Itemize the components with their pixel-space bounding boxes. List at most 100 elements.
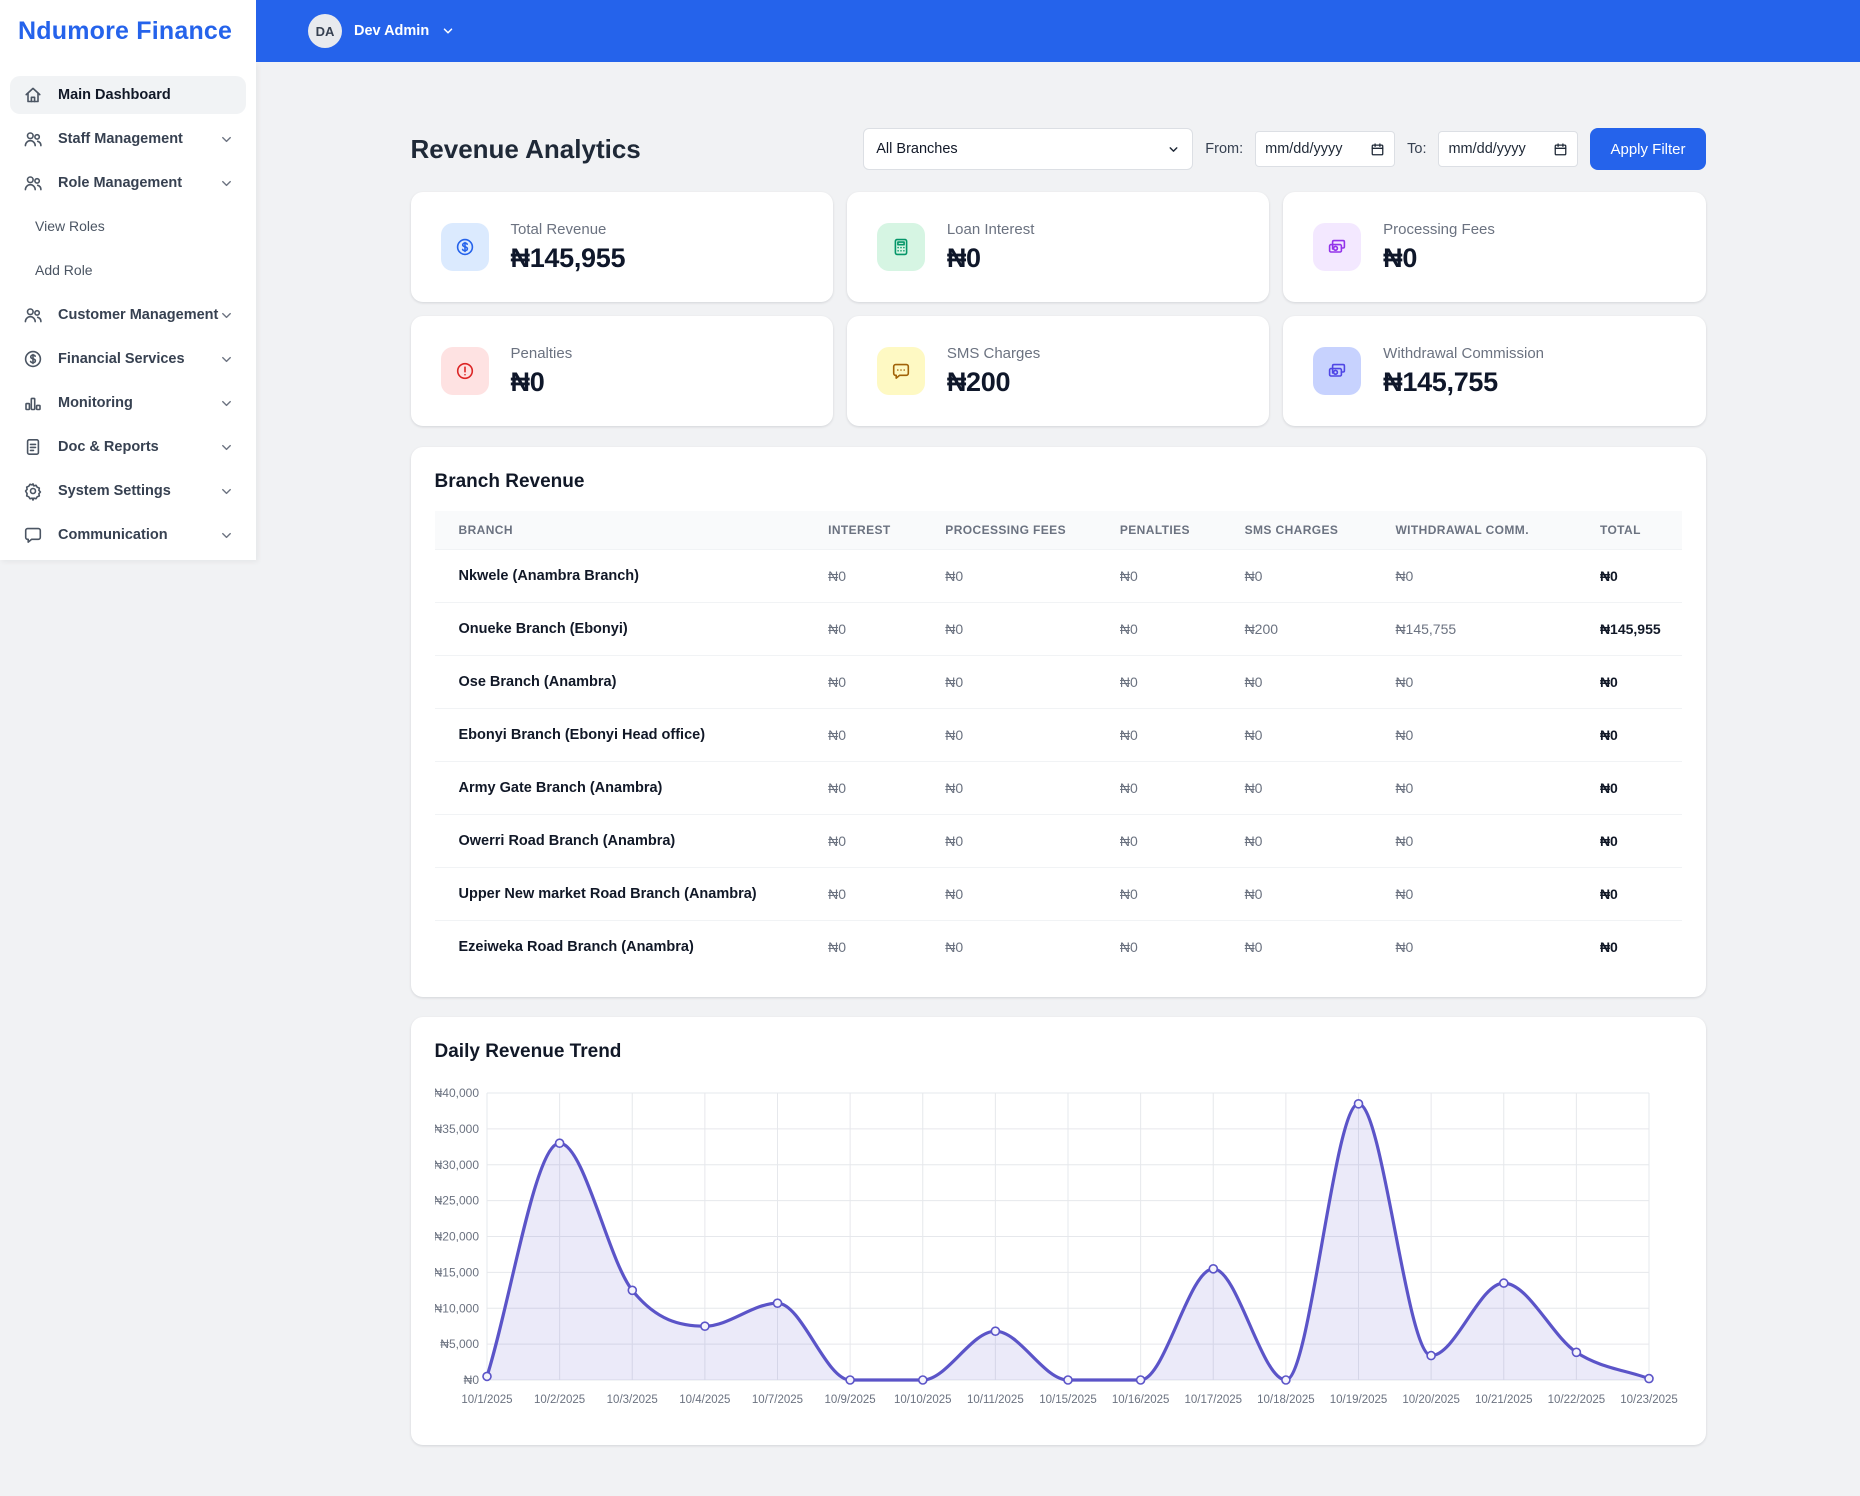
sidebar-item-financial-services[interactable]: Financial Services xyxy=(10,340,246,378)
chevron-down-icon xyxy=(219,440,234,455)
sidebar: Main Dashboard Staff Management Role Manag… xyxy=(0,62,256,560)
user-menu[interactable]: DA Dev Admin xyxy=(308,14,455,48)
row-value: ₦0 xyxy=(1383,814,1588,868)
column-header-sms-charges: SMS CHARGES xyxy=(1232,511,1384,550)
select-caret-icon xyxy=(1167,143,1180,156)
row-value: ₦0 xyxy=(1107,602,1233,656)
table-row: Ebonyi Branch (Ebonyi Head office) ₦0 ₦0 ₦0… xyxy=(434,708,1682,762)
svg-text:₦30,000: ₦30,000 xyxy=(435,1158,479,1172)
apply-filter-button[interactable]: Apply Filter xyxy=(1590,128,1706,170)
to-date-input[interactable]: mm/dd/yyyy xyxy=(1438,131,1579,167)
sidebar-item-main-dashboard[interactable]: Main Dashboard xyxy=(10,76,246,114)
home-icon xyxy=(22,84,44,106)
filter-bar: All Branches From: mm/dd/yyyy To: mm/dd/… xyxy=(863,128,1706,170)
branch-revenue-title: Branch Revenue xyxy=(434,471,585,492)
stat-card-loan-interest: Loan Interest ₦0 xyxy=(846,192,1270,302)
chevron-down-icon xyxy=(219,176,234,191)
page-title: Revenue Analytics xyxy=(410,133,641,164)
svg-text:10/17/2025: 10/17/2025 xyxy=(1184,1394,1242,1406)
sidebar-item-view-roles[interactable]: View Roles xyxy=(10,208,246,244)
stat-value: ₦0 xyxy=(1383,242,1418,273)
row-value: ₦0 xyxy=(816,920,934,973)
row-value: ₦0 xyxy=(933,867,1108,921)
from-label: From: xyxy=(1205,141,1244,157)
sidebar-item-label: Doc & Reports xyxy=(58,439,159,455)
row-value: ₦0 xyxy=(816,708,934,762)
row-value: ₦200 xyxy=(1232,602,1384,656)
user-name: Dev Admin xyxy=(354,23,430,39)
avatar: DA xyxy=(308,14,342,48)
row-total: ₦0 xyxy=(1587,761,1682,815)
sidebar-item-label: Communication xyxy=(58,527,168,543)
brand-name: Ndumore Finance xyxy=(18,16,233,45)
calendar-icon[interactable] xyxy=(1370,142,1385,157)
brand-logo: Ndumore Finance xyxy=(0,0,256,62)
stat-value: ₦145,955 xyxy=(510,242,626,273)
row-value: ₦0 xyxy=(1107,814,1233,868)
main-content: Revenue Analytics All Branches From: mm/… xyxy=(256,62,1860,1496)
branch-revenue-card: Branch Revenue BRANCH INTEREST PROCESSING … xyxy=(410,447,1706,997)
row-value: ₦0 xyxy=(1232,655,1384,709)
sidebar-item-monitoring[interactable]: Monitoring xyxy=(10,384,246,422)
row-value: ₦0 xyxy=(816,814,934,868)
chat-icon xyxy=(22,524,44,546)
sidebar-item-communication[interactable]: Communication xyxy=(10,516,246,554)
table-row: Army Gate Branch (Anambra) ₦0 ₦0 ₦0 ₦0 ₦0 ₦0 xyxy=(434,761,1682,815)
row-total: ₦0 xyxy=(1587,814,1682,868)
sidebar-item-system-settings[interactable]: System Settings xyxy=(10,472,246,510)
top-header: Ndumore Finance DA Dev Admin xyxy=(0,0,1860,62)
table-row: Owerri Road Branch (Anambra) ₦0 ₦0 ₦0 ₦0 ₦0 ₦0 xyxy=(434,814,1682,868)
chevron-down-icon xyxy=(219,308,234,323)
column-header-withdrawal-comm: WITHDRAWAL COMM. xyxy=(1383,511,1588,550)
row-value: ₦0 xyxy=(933,549,1108,603)
chat-dots-icon xyxy=(876,347,925,395)
topbar: DA Dev Admin xyxy=(256,0,1860,62)
stat-label: Processing Fees xyxy=(1383,220,1495,238)
row-total: ₦0 xyxy=(1587,708,1682,762)
svg-text:10/10/2025: 10/10/2025 xyxy=(893,1394,951,1406)
users-icon xyxy=(22,172,44,194)
svg-text:₦40,000: ₦40,000 xyxy=(435,1086,479,1100)
row-value: ₦0 xyxy=(1107,761,1233,815)
row-value: ₦0 xyxy=(816,602,934,656)
stat-card-sms-charges: SMS Charges ₦200 xyxy=(846,316,1270,426)
row-value: ₦0 xyxy=(1232,920,1384,973)
svg-text:10/23/2025: 10/23/2025 xyxy=(1620,1394,1678,1406)
alert-circle-icon xyxy=(440,347,489,395)
svg-text:₦35,000: ₦35,000 xyxy=(435,1122,479,1136)
branch-select[interactable]: All Branches xyxy=(863,128,1194,170)
calendar-icon[interactable] xyxy=(1553,142,1568,157)
table-row: Nkwele (Anambra Branch) ₦0 ₦0 ₦0 ₦0 ₦0 ₦0 xyxy=(434,549,1682,603)
sidebar-item-label: Financial Services xyxy=(58,351,185,367)
svg-text:₦20,000: ₦20,000 xyxy=(435,1230,479,1244)
svg-text:10/19/2025: 10/19/2025 xyxy=(1329,1394,1387,1406)
row-total: ₦0 xyxy=(1587,655,1682,709)
branch-revenue-table: BRANCH INTEREST PROCESSING FEES PENALTIES SM… xyxy=(434,511,1682,973)
sidebar-item-staff-management[interactable]: Staff Management xyxy=(10,120,246,158)
svg-text:10/3/2025: 10/3/2025 xyxy=(606,1394,657,1406)
row-value: ₦0 xyxy=(1107,549,1233,603)
branch-name: Nkwele (Anambra Branch) xyxy=(434,549,817,603)
sidebar-item-label: Staff Management xyxy=(58,131,183,147)
row-value: ₦0 xyxy=(1232,708,1384,762)
row-value: ₦0 xyxy=(933,708,1108,762)
row-value: ₦0 xyxy=(1383,761,1588,815)
row-value: ₦0 xyxy=(816,549,934,603)
chevron-down-icon xyxy=(219,396,234,411)
stat-card-penalties: Penalties ₦0 xyxy=(410,316,833,426)
sidebar-item-doc-reports[interactable]: Doc & Reports xyxy=(10,428,246,466)
sidebar-item-role-management[interactable]: Role Management xyxy=(10,164,246,202)
sidebar-item-customer-management[interactable]: Customer Management xyxy=(10,296,246,334)
sidebar-item-add-role[interactable]: Add Role xyxy=(10,252,246,288)
to-label: To: xyxy=(1407,141,1427,157)
from-date-input[interactable]: mm/dd/yyyy xyxy=(1255,131,1396,167)
row-value: ₦0 xyxy=(1383,708,1588,762)
row-value: ₦0 xyxy=(1383,655,1588,709)
row-value: ₦0 xyxy=(816,867,934,921)
users-icon xyxy=(22,304,44,326)
row-value: ₦0 xyxy=(1232,867,1384,921)
stat-label: Total Revenue xyxy=(510,220,607,238)
row-value: ₦0 xyxy=(933,602,1108,656)
row-total: ₦0 xyxy=(1587,867,1682,921)
sidebar-item-label: Main Dashboard xyxy=(58,87,171,103)
